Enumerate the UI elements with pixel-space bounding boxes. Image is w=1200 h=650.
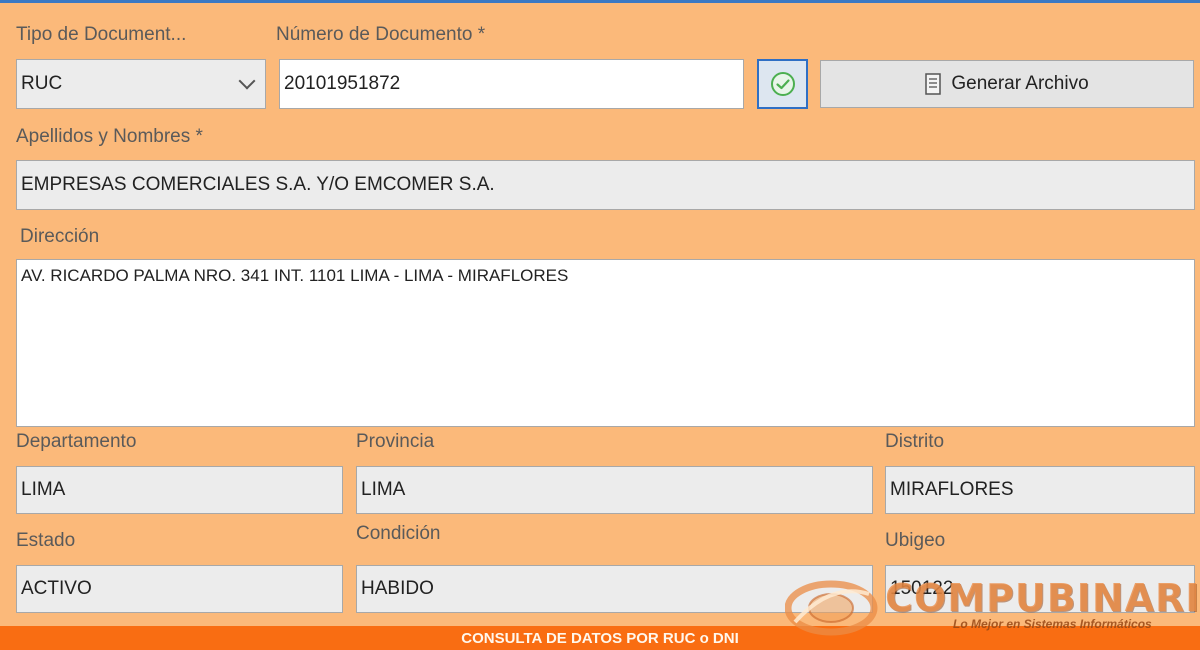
validate-button[interactable] bbox=[757, 59, 808, 109]
condicion-value: HABIDO bbox=[361, 578, 434, 599]
numero-documento-label: Número de Documento * bbox=[276, 24, 486, 45]
check-circle-icon bbox=[770, 72, 795, 96]
departamento-label: Departamento bbox=[16, 431, 137, 452]
tipo-documento-value: RUC bbox=[21, 73, 63, 94]
footer-bar: CONSULTA DE DATOS POR RUC o DNI bbox=[0, 626, 1200, 650]
departamento-value: LIMA bbox=[21, 479, 66, 500]
tipo-documento-label: Tipo de Document... bbox=[16, 24, 187, 45]
numero-documento-value: 20101951872 bbox=[284, 73, 401, 94]
distrito-field[interactable]: MIRAFLORES bbox=[885, 466, 1195, 514]
provincia-value: LIMA bbox=[361, 479, 406, 500]
provincia-field[interactable]: LIMA bbox=[356, 466, 873, 514]
ubigeo-value: 150122 bbox=[890, 578, 954, 599]
generar-archivo-button[interactable]: Generar Archivo bbox=[820, 60, 1194, 108]
estado-field[interactable]: ACTIVO bbox=[16, 565, 343, 613]
distrito-value: MIRAFLORES bbox=[890, 479, 1014, 500]
direccion-textarea[interactable]: AV. RICARDO PALMA NRO. 341 INT. 1101 LIM… bbox=[16, 259, 1195, 427]
generar-archivo-label: Generar Archivo bbox=[951, 73, 1089, 94]
estado-value: ACTIVO bbox=[21, 578, 92, 599]
apellidos-nombres-value: EMPRESAS COMERCIALES S.A. Y/O EMCOMER S.… bbox=[21, 174, 495, 195]
numero-documento-input[interactable]: 20101951872 bbox=[279, 59, 744, 109]
departamento-field[interactable]: LIMA bbox=[16, 466, 343, 514]
document-icon bbox=[925, 73, 942, 95]
chevron-down-icon bbox=[238, 72, 256, 90]
direccion-value: AV. RICARDO PALMA NRO. 341 INT. 1101 LIM… bbox=[21, 266, 569, 285]
ubigeo-field[interactable]: 150122 bbox=[885, 565, 1195, 613]
direccion-label: Dirección bbox=[20, 226, 100, 247]
estado-label: Estado bbox=[16, 530, 76, 551]
condicion-label: Condición bbox=[356, 523, 441, 544]
ubigeo-label: Ubigeo bbox=[885, 530, 946, 551]
apellidos-nombres-field[interactable]: EMPRESAS COMERCIALES S.A. Y/O EMCOMER S.… bbox=[16, 160, 1195, 210]
condicion-field[interactable]: HABIDO bbox=[356, 565, 873, 613]
window-top-border bbox=[0, 0, 1200, 3]
distrito-label: Distrito bbox=[885, 431, 945, 452]
tipo-documento-select[interactable]: RUC bbox=[16, 59, 266, 109]
apellidos-nombres-label: Apellidos y Nombres * bbox=[16, 126, 203, 147]
provincia-label: Provincia bbox=[356, 431, 435, 452]
footer-title: CONSULTA DE DATOS POR RUC o DNI bbox=[461, 629, 739, 647]
